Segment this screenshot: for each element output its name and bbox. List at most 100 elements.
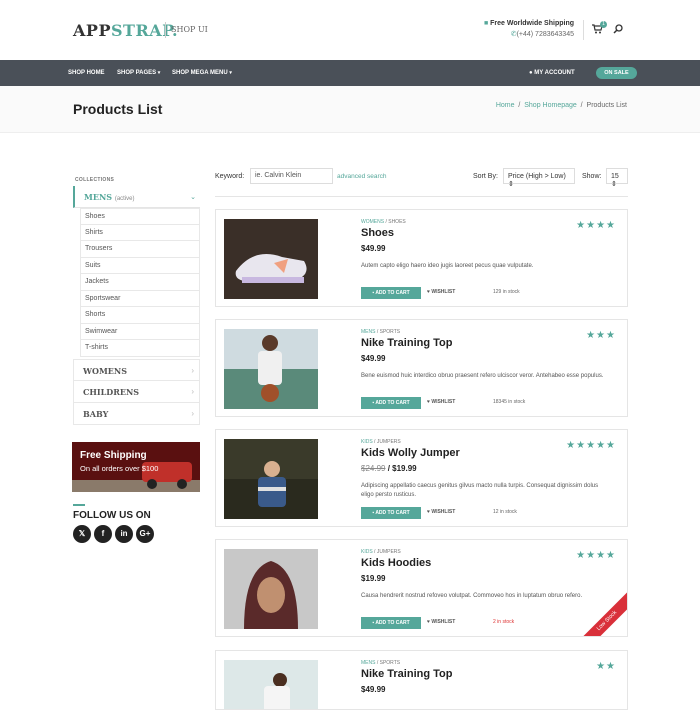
product-title[interactable]: Kids Wolly Jumper	[361, 447, 460, 459]
breadcrumb: Home / Shop Homepage / Products List	[495, 102, 627, 109]
product-title[interactable]: Nike Training Top	[361, 337, 452, 349]
site-logo[interactable]: APPSTRAP.	[73, 21, 178, 40]
product-image[interactable]	[224, 660, 318, 710]
breadcrumb-home[interactable]: Home	[496, 102, 515, 109]
product-title[interactable]: Kids Hoodies	[361, 557, 431, 569]
linkedin-icon[interactable]: in	[115, 525, 133, 543]
logo-text: APP	[73, 21, 111, 40]
chevron-down-icon: ⌄	[190, 194, 196, 201]
subcategory-sportswear[interactable]: Sportswear	[80, 290, 200, 307]
category-label: MENS	[84, 192, 113, 202]
subcategory-shirts[interactable]: Shirts	[80, 224, 200, 241]
chevron-right-icon: ›	[191, 408, 194, 418]
wishlist-label: WISHLIST	[431, 399, 456, 405]
subcategory-trousers[interactable]: Trousers	[80, 241, 200, 258]
product-image[interactable]	[224, 219, 318, 299]
subcategory-swimwear[interactable]: Swimwear	[80, 323, 200, 340]
category-link[interactable]: KIDS	[361, 549, 373, 555]
add-to-cart-button[interactable]: ▪ ADD TO CART	[361, 507, 421, 519]
my-account-link[interactable]: ● MY ACCOUNT	[529, 60, 575, 86]
subcategory-link[interactable]: JUMPERS	[377, 439, 401, 445]
nav-label: SHOP PAGES	[117, 70, 157, 76]
price-value: $19.99	[361, 574, 386, 583]
product-card: MENS / SPORTS Nike Training Top $49.99 B…	[215, 319, 628, 417]
subcategory-tshirts[interactable]: T-shirts	[80, 340, 200, 357]
facebook-icon[interactable]: f	[94, 525, 112, 543]
category-label: WOMENS	[83, 365, 127, 376]
subcategory-link[interactable]: SPORTS	[380, 660, 400, 666]
add-to-cart-button[interactable]: ▪ ADD TO CART	[361, 617, 421, 629]
sort-label: Sort By:	[473, 173, 498, 180]
wishlist-label: WISHLIST	[431, 619, 456, 625]
sort-select[interactable]: Price (High > Low) ⇕	[503, 168, 575, 188]
category-link[interactable]: MENS	[361, 329, 375, 335]
nav-label: SHOP HOME	[68, 70, 105, 76]
sort-value: Price (High > Low)	[508, 173, 566, 180]
price-value: $19.99	[392, 464, 417, 473]
category-baby[interactable]: BABY ›	[73, 402, 200, 425]
product-card: MENS / SPORTS Nike Training Top $49.99 ★…	[215, 650, 628, 710]
button-label: ADD TO CART	[375, 290, 410, 296]
follow-accent	[73, 504, 85, 506]
subcategory-suits[interactable]: Suits	[80, 257, 200, 274]
product-toolbar: Keyword: ie. Calvin Klein advanced searc…	[215, 168, 628, 188]
product-image[interactable]	[224, 439, 318, 519]
cart-icon: ▪	[372, 620, 375, 626]
category-childrens[interactable]: CHILDRENS ›	[73, 380, 200, 403]
nav-shop-home[interactable]: SHOP HOME	[68, 60, 105, 86]
add-to-cart-button[interactable]: ▪ ADD TO CART	[361, 397, 421, 409]
chevron-down-icon: ▾	[157, 70, 161, 76]
main-navbar	[0, 60, 700, 86]
show-select[interactable]: 15 ⇕	[606, 168, 628, 188]
category-link[interactable]: WOMENS	[361, 219, 384, 225]
account-label: MY ACCOUNT	[534, 70, 575, 76]
advanced-search-link[interactable]: advanced search	[337, 173, 387, 180]
free-shipping-banner[interactable]: Free Shipping On all orders over $100	[72, 442, 200, 492]
product-category: KIDS / JUMPERS	[361, 439, 401, 445]
button-label: ADD TO CART	[375, 400, 410, 406]
logo-accent: STRAP	[110, 21, 173, 40]
product-image[interactable]	[224, 329, 318, 409]
add-to-wishlist-link[interactable]: ♥ WISHLIST	[427, 289, 455, 295]
product-price: $19.99	[361, 574, 385, 583]
product-image[interactable]	[224, 549, 318, 629]
nav-shop-pages[interactable]: SHOP PAGES ▾	[117, 60, 160, 86]
subcategory-link[interactable]: SPORTS	[380, 329, 400, 335]
product-category: KIDS / JUMPERS	[361, 549, 401, 555]
keyword-input[interactable]: ie. Calvin Klein	[250, 168, 333, 184]
subcategory-shorts[interactable]: Shorts	[80, 307, 200, 324]
google-plus-icon[interactable]: G+	[136, 525, 154, 543]
on-sale-button[interactable]: ON SALE	[596, 67, 637, 79]
subcategory-link[interactable]: SHOES	[388, 219, 406, 225]
wishlist-label: WISHLIST	[431, 509, 456, 515]
product-price: $49.99	[361, 685, 385, 694]
product-category: WOMENS / SHOES	[361, 219, 406, 225]
category-link[interactable]: MENS	[361, 660, 375, 666]
follow-title: FOLLOW US ON	[73, 510, 151, 521]
promo-subtitle: On all orders over $100	[80, 464, 159, 473]
add-to-wishlist-link[interactable]: ♥ WISHLIST	[427, 399, 455, 405]
category-link[interactable]: KIDS	[361, 439, 373, 445]
add-to-wishlist-link[interactable]: ♥ WISHLIST	[427, 509, 455, 515]
truck-icon: ■	[483, 20, 489, 27]
product-title[interactable]: Shoes	[361, 227, 394, 239]
nav-shop-mega-menu[interactable]: SHOP MEGA MENU ▾	[172, 60, 232, 86]
category-mens[interactable]: MENS (active) ⌄	[73, 186, 200, 208]
subcategory-jackets[interactable]: Jackets	[80, 274, 200, 291]
category-womens[interactable]: WOMENS ›	[73, 358, 200, 381]
show-value: 15	[611, 173, 619, 180]
add-to-wishlist-link[interactable]: ♥ WISHLIST	[427, 619, 455, 625]
add-to-cart-button[interactable]: ▪ ADD TO CART	[361, 287, 421, 299]
chevron-down-icon: ▾	[229, 70, 232, 76]
cart-icon: ▪	[372, 290, 375, 296]
product-category: MENS / SPORTS	[361, 329, 401, 335]
product-category: MENS / SPORTS	[361, 660, 401, 666]
subcategory-link[interactable]: JUMPERS	[377, 549, 401, 555]
subcategory-shoes[interactable]: Shoes	[80, 208, 200, 225]
search-icon[interactable]	[613, 24, 623, 34]
product-description: Adipiscing appellatio caecus genitus gil…	[361, 483, 599, 498]
product-title[interactable]: Nike Training Top	[361, 668, 452, 680]
collections-label: COLLECTIONS	[75, 177, 115, 183]
twitter-icon[interactable]: 𝕏	[73, 525, 91, 543]
breadcrumb-shop-homepage[interactable]: Shop Homepage	[524, 102, 577, 109]
